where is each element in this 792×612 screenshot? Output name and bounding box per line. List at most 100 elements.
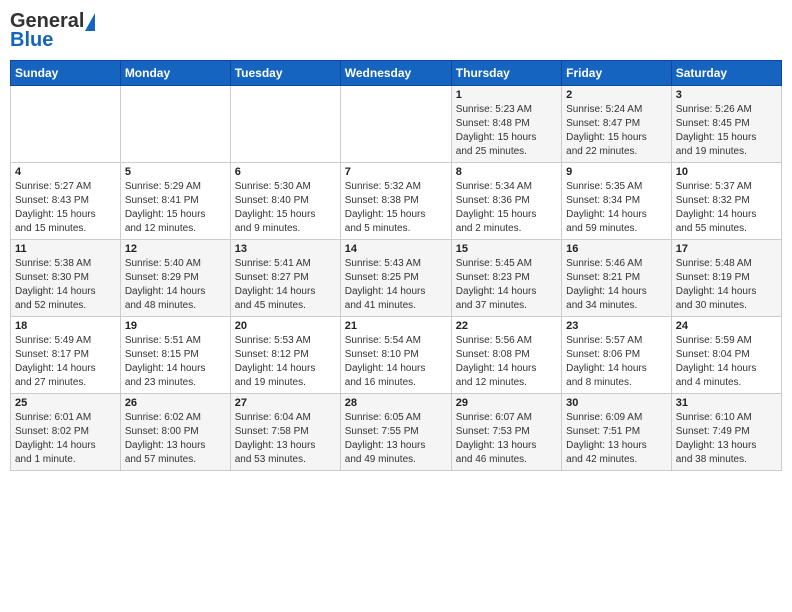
calendar-cell: 21Sunrise: 5:54 AM Sunset: 8:10 PM Dayli… [340, 317, 451, 394]
day-info: Sunrise: 5:56 AM Sunset: 8:08 PM Dayligh… [456, 334, 557, 390]
day-number: 4 [15, 166, 116, 178]
day-number: 28 [345, 397, 447, 409]
day-info: Sunrise: 5:38 AM Sunset: 8:30 PM Dayligh… [15, 257, 116, 313]
calendar-cell: 22 Sunrise: 5:56 AM Sunset: 8:08 PM Dayli… [451, 317, 561, 394]
day-info: Sunrise: 5:23 AM Sunset: 8:48 PM Dayligh… [456, 103, 557, 159]
calendar-week-1: 1 Sunrise: 5:23 AM Sunset: 8:48 PM Daylig… [11, 86, 782, 163]
calendar-cell: 9Sunrise: 5:35 AM Sunset: 8:34 PM Daylig… [562, 163, 672, 240]
day-number: 16 [566, 243, 667, 255]
day-info: Sunrise: 5:49 AM Sunset: 8:17 PM Dayligh… [15, 334, 116, 390]
calendar-cell: 31 Sunrise: 6:10 AM Sunset: 7:49 PM Dayli… [671, 394, 781, 471]
calendar-cell: 8 Sunrise: 5:34 AM Sunset: 8:36 PM Daylig… [451, 163, 561, 240]
day-info: Sunrise: 5:30 AM Sunset: 8:40 PM Dayligh… [235, 180, 336, 236]
calendar-week-4: 18 Sunrise: 5:49 AM Sunset: 8:17 PM Dayli… [11, 317, 782, 394]
calendar-cell: 1 Sunrise: 5:23 AM Sunset: 8:48 PM Daylig… [451, 86, 561, 163]
calendar-cell [120, 86, 230, 163]
day-number: 1 [456, 89, 557, 101]
calendar-cell: 30Sunrise: 6:09 AM Sunset: 7:51 PM Dayli… [562, 394, 672, 471]
day-number: 26 [125, 397, 226, 409]
day-number: 11 [15, 243, 116, 255]
day-number: 25 [15, 397, 116, 409]
day-info: Sunrise: 5:41 AM Sunset: 8:27 PM Dayligh… [235, 257, 336, 313]
day-number: 19 [125, 320, 226, 332]
calendar-cell: 12 Sunrise: 5:40 AM Sunset: 8:29 PM Dayli… [120, 240, 230, 317]
day-info: Sunrise: 5:53 AM Sunset: 8:12 PM Dayligh… [235, 334, 336, 390]
calendar-cell: 7Sunrise: 5:32 AM Sunset: 8:38 PM Daylig… [340, 163, 451, 240]
day-number: 22 [456, 320, 557, 332]
day-info: Sunrise: 5:48 AM Sunset: 8:19 PM Dayligh… [676, 257, 777, 313]
day-info: Sunrise: 5:27 AM Sunset: 8:43 PM Dayligh… [15, 180, 116, 236]
day-info: Sunrise: 6:10 AM Sunset: 7:49 PM Dayligh… [676, 411, 777, 467]
calendar-cell: 28 Sunrise: 6:05 AM Sunset: 7:55 PM Dayli… [340, 394, 451, 471]
day-info: Sunrise: 5:43 AM Sunset: 8:25 PM Dayligh… [345, 257, 447, 313]
calendar-cell: 23 Sunrise: 5:57 AM Sunset: 8:06 PM Dayli… [562, 317, 672, 394]
day-number: 15 [456, 243, 557, 255]
day-header-wednesday: Wednesday [340, 61, 451, 86]
calendar-cell: 29Sunrise: 6:07 AM Sunset: 7:53 PM Dayli… [451, 394, 561, 471]
calendar-cell: 15Sunrise: 5:45 AM Sunset: 8:23 PM Dayli… [451, 240, 561, 317]
calendar-cell: 20 Sunrise: 5:53 AM Sunset: 8:12 PM Dayli… [230, 317, 340, 394]
calendar-cell: 2 Sunrise: 5:24 AM Sunset: 8:47 PM Daylig… [562, 86, 672, 163]
day-header-saturday: Saturday [671, 61, 781, 86]
calendar-cell: 14 Sunrise: 5:43 AM Sunset: 8:25 PM Dayli… [340, 240, 451, 317]
calendar-cell [230, 86, 340, 163]
day-number: 12 [125, 243, 226, 255]
day-number: 18 [15, 320, 116, 332]
calendar-cell: 24 Sunrise: 5:59 AM Sunset: 8:04 PM Dayli… [671, 317, 781, 394]
day-number: 20 [235, 320, 336, 332]
day-number: 17 [676, 243, 777, 255]
calendar-cell: 26 Sunrise: 6:02 AM Sunset: 8:00 PM Dayli… [120, 394, 230, 471]
day-info: Sunrise: 6:05 AM Sunset: 7:55 PM Dayligh… [345, 411, 447, 467]
day-info: Sunrise: 5:24 AM Sunset: 8:47 PM Dayligh… [566, 103, 667, 159]
day-info: Sunrise: 5:34 AM Sunset: 8:36 PM Dayligh… [456, 180, 557, 236]
calendar-cell [11, 86, 121, 163]
day-info: Sunrise: 5:40 AM Sunset: 8:29 PM Dayligh… [125, 257, 226, 313]
day-info: Sunrise: 5:57 AM Sunset: 8:06 PM Dayligh… [566, 334, 667, 390]
day-number: 8 [456, 166, 557, 178]
day-number: 31 [676, 397, 777, 409]
day-info: Sunrise: 6:02 AM Sunset: 8:00 PM Dayligh… [125, 411, 226, 467]
day-number: 14 [345, 243, 447, 255]
day-number: 5 [125, 166, 226, 178]
logo: General Blue [10, 10, 95, 52]
calendar-week-3: 11 Sunrise: 5:38 AM Sunset: 8:30 PM Dayli… [11, 240, 782, 317]
day-info: Sunrise: 5:54 AM Sunset: 8:10 PM Dayligh… [345, 334, 447, 390]
calendar-header-row: SundayMondayTuesdayWednesdayThursdayFrid… [11, 61, 782, 86]
day-number: 7 [345, 166, 447, 178]
day-header-thursday: Thursday [451, 61, 561, 86]
calendar-cell: 27 Sunrise: 6:04 AM Sunset: 7:58 PM Dayli… [230, 394, 340, 471]
day-info: Sunrise: 6:07 AM Sunset: 7:53 PM Dayligh… [456, 411, 557, 467]
day-number: 24 [676, 320, 777, 332]
calendar-table: SundayMondayTuesdayWednesdayThursdayFrid… [10, 60, 782, 471]
calendar-cell: 3Sunrise: 5:26 AM Sunset: 8:45 PM Daylig… [671, 86, 781, 163]
day-number: 23 [566, 320, 667, 332]
day-header-friday: Friday [562, 61, 672, 86]
day-number: 2 [566, 89, 667, 101]
day-header-sunday: Sunday [11, 61, 121, 86]
day-number: 6 [235, 166, 336, 178]
calendar-cell: 16 Sunrise: 5:46 AM Sunset: 8:21 PM Dayli… [562, 240, 672, 317]
day-header-tuesday: Tuesday [230, 61, 340, 86]
calendar-cell: 4 Sunrise: 5:27 AM Sunset: 8:43 PM Daylig… [11, 163, 121, 240]
calendar-cell: 10Sunrise: 5:37 AM Sunset: 8:32 PM Dayli… [671, 163, 781, 240]
day-header-monday: Monday [120, 61, 230, 86]
calendar-cell: 18 Sunrise: 5:49 AM Sunset: 8:17 PM Dayli… [11, 317, 121, 394]
calendar-cell: 13 Sunrise: 5:41 AM Sunset: 8:27 PM Dayli… [230, 240, 340, 317]
day-info: Sunrise: 5:59 AM Sunset: 8:04 PM Dayligh… [676, 334, 777, 390]
calendar-cell: 17 Sunrise: 5:48 AM Sunset: 8:19 PM Dayli… [671, 240, 781, 317]
page-header: General Blue [10, 10, 782, 52]
day-number: 30 [566, 397, 667, 409]
day-info: Sunrise: 5:35 AM Sunset: 8:34 PM Dayligh… [566, 180, 667, 236]
day-info: Sunrise: 5:37 AM Sunset: 8:32 PM Dayligh… [676, 180, 777, 236]
day-number: 3 [676, 89, 777, 101]
logo-blue-text: Blue [10, 29, 53, 52]
day-number: 13 [235, 243, 336, 255]
calendar-cell [340, 86, 451, 163]
day-info: Sunrise: 6:04 AM Sunset: 7:58 PM Dayligh… [235, 411, 336, 467]
day-number: 27 [235, 397, 336, 409]
day-info: Sunrise: 5:46 AM Sunset: 8:21 PM Dayligh… [566, 257, 667, 313]
calendar-cell: 5 Sunrise: 5:29 AM Sunset: 8:41 PM Daylig… [120, 163, 230, 240]
day-info: Sunrise: 5:29 AM Sunset: 8:41 PM Dayligh… [125, 180, 226, 236]
calendar-week-2: 4 Sunrise: 5:27 AM Sunset: 8:43 PM Daylig… [11, 163, 782, 240]
calendar-cell: 6 Sunrise: 5:30 AM Sunset: 8:40 PM Daylig… [230, 163, 340, 240]
